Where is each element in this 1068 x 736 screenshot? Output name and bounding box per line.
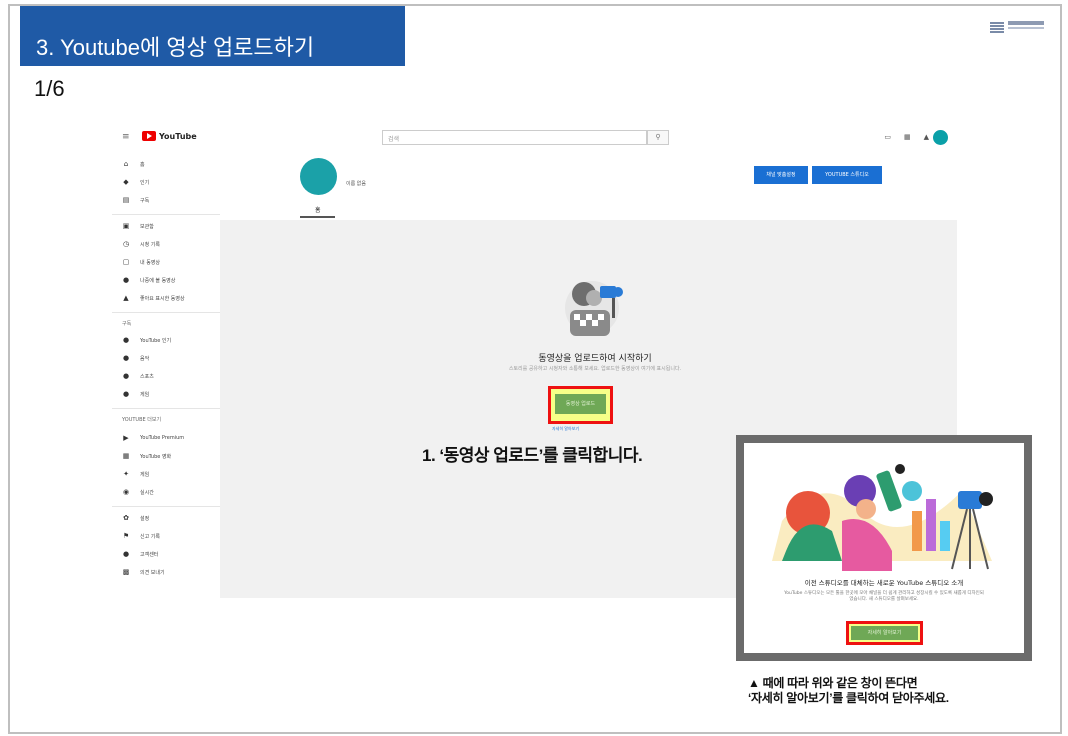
empty-state-title: 동영상을 업로드하여 시작하기: [538, 354, 652, 364]
channel-header: 이름 없음 홈 채널 맞춤설정 YOUTUBE 스튜디오: [220, 152, 957, 220]
sidebar-more-header: YOUTUBE 더보기: [122, 417, 162, 423]
gaming-icon: ●: [122, 390, 130, 398]
settings-icon: ✿: [123, 514, 129, 522]
music-icon: ●: [122, 354, 130, 362]
empty-channel-illustration: [565, 281, 623, 336]
library-icon: ▣: [122, 222, 130, 230]
sports-icon: ●: [122, 372, 130, 380]
channel-avatar: [300, 158, 337, 195]
popup-note-line1: ▲ 때에 따라 위와 같은 창이 뜬다면: [748, 676, 918, 690]
history-icon: ◷: [122, 240, 130, 248]
sidebar-item-subscriptions[interactable]: ▤ 구독: [122, 196, 150, 204]
tab-home[interactable]: 홈: [315, 205, 321, 214]
step-counter: 1/6: [34, 76, 65, 101]
live-icon: ◉: [122, 488, 130, 496]
sidebar-item-gaming[interactable]: ✦ 게임: [122, 470, 149, 478]
sidebar-item-movies[interactable]: ▦ YouTube 영화: [122, 452, 171, 460]
movies-icon: ▦: [122, 452, 130, 460]
studio-illustration: [772, 464, 993, 571]
sidebar-item-feedback[interactable]: ▩ 의견 보내기: [122, 568, 165, 576]
empty-state-description: 스토리를 공유하고 시청자와 소통해 보세요. 업로드한 동영상이 여기에 표시…: [508, 366, 682, 372]
sidebar-item-settings[interactable]: ✿ 설정: [122, 514, 149, 522]
sidebar-item-explore[interactable]: ◆ 인기: [122, 178, 149, 186]
liked-icon: ▲: [123, 294, 129, 302]
sidebar-item-live[interactable]: ◉ 실시간: [122, 488, 154, 496]
customize-channel-button[interactable]: 채널 맞춤설정: [754, 166, 808, 184]
menu-icon[interactable]: ≡: [122, 132, 130, 142]
upload-video-button[interactable]: 동영상 업로드: [555, 394, 606, 414]
logo-lettering: [1008, 21, 1044, 29]
sidebar-item-premium[interactable]: ▶ YouTube Premium: [122, 434, 184, 442]
channel-icon: ●: [122, 336, 130, 344]
sidebar-item-home[interactable]: ⌂ 홈: [122, 160, 145, 168]
sidebar-item-liked[interactable]: ▲ 좋아요 표시한 동영상: [122, 294, 184, 302]
feedback-icon: ▩: [122, 568, 130, 576]
search-icon[interactable]: ⚲: [647, 130, 669, 145]
flag-icon: ⚑: [122, 532, 130, 540]
sidebar-subs-header: 구독: [122, 321, 132, 327]
university-logo: [990, 20, 1046, 34]
popup-note: ▲ 때에 따라 위와 같은 창이 뜬다면 ‘자세히 알아보기’를 클릭하여 닫아…: [748, 676, 949, 706]
home-icon: ⌂: [123, 160, 129, 168]
channel-name: 이름 없음: [346, 181, 366, 187]
sidebar-item-sub[interactable]: ● YouTube 인기: [122, 336, 171, 344]
active-tab-indicator: [300, 216, 335, 218]
watch-later-icon: ●: [122, 276, 130, 284]
account-avatar[interactable]: [933, 130, 948, 145]
youtube-sidebar: ⌂ 홈 ◆ 인기 ▤ 구독 ▣ 보관함 ◷ 시청 기록 ▢ 내 동영상 ● 나중에 볼 동영상…: [112, 152, 220, 598]
create-video-icon[interactable]: ▭: [884, 133, 891, 141]
your-videos-icon: ▢: [122, 258, 130, 266]
search-input[interactable]: 검색: [382, 130, 647, 145]
explore-icon: ◆: [123, 178, 129, 186]
youtube-topbar: ≡ YouTube 검색 ⚲ ▭ ▦ ▲: [112, 122, 957, 152]
sidebar-item-sub[interactable]: ● 게임: [122, 390, 149, 398]
popup-note-line2: ‘자세히 알아보기’를 클릭하여 닫아주세요.: [748, 691, 949, 705]
sidebar-item-help[interactable]: ● 고객센터: [122, 550, 158, 558]
sidebar-divider: [112, 312, 220, 313]
sidebar-divider: [112, 214, 220, 215]
premium-icon: ▶: [123, 434, 129, 442]
sidebar-item-history[interactable]: ◷ 시청 기록: [122, 240, 160, 248]
sidebar-item-library[interactable]: ▣ 보관함: [122, 222, 154, 230]
bell-icon[interactable]: ▲: [924, 133, 929, 141]
youtube-play-icon: [142, 131, 156, 141]
sidebar-item-your-videos[interactable]: ▢ 내 동영상: [122, 258, 160, 266]
logo-mark-icon: [990, 21, 1004, 33]
apps-icon[interactable]: ▦: [904, 133, 911, 141]
youtube-logo[interactable]: YouTube: [142, 131, 197, 141]
popup-description: YouTube 스튜디오는 모든 툴을 한곳에 모아 채널을 더 쉽게 관리하고…: [784, 591, 984, 602]
sidebar-item-watch-later[interactable]: ● 나중에 볼 동영상: [122, 276, 175, 284]
sidebar-divider: [112, 408, 220, 409]
studio-intro-popup: 이전 스튜디오를 대체하는 새로운 YouTube 스튜디오 소개 YouTub…: [744, 443, 1024, 653]
subscriptions-icon: ▤: [122, 196, 130, 204]
learn-more-link[interactable]: 자세히 알아보기: [552, 426, 579, 432]
youtube-studio-button[interactable]: YOUTUBE 스튜디오: [812, 166, 882, 184]
learn-more-button[interactable]: 자세히 알아보기: [851, 626, 918, 640]
sidebar-item-report-history[interactable]: ⚑ 신고 기록: [122, 532, 160, 540]
sidebar-item-sub[interactable]: ● 스포츠: [122, 372, 154, 380]
popup-title: 이전 스튜디오를 대체하는 새로운 YouTube 스튜디오 소개: [804, 579, 964, 587]
slide-title: 3. Youtube에 영상 업로드하기: [20, 6, 405, 66]
sidebar-divider: [112, 506, 220, 507]
step-instruction: 1. ‘동영상 업로드’를 클릭합니다.: [422, 446, 643, 465]
help-icon: ●: [122, 550, 130, 558]
gaming2-icon: ✦: [123, 470, 129, 478]
sidebar-item-sub[interactable]: ● 음악: [122, 354, 149, 362]
